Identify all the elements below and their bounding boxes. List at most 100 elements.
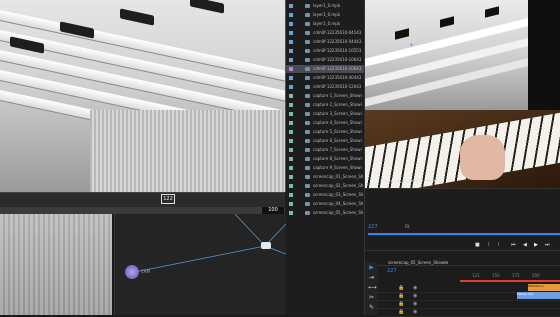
label-color-swatch[interactable] [289, 175, 293, 179]
label-color-swatch[interactable] [289, 211, 293, 215]
node-editor[interactable]: CAM [114, 214, 286, 315]
rewind-icon[interactable]: ◀ [523, 242, 527, 248]
project-item[interactable]: cdm0f-12235610-04143 [286, 29, 364, 37]
lock-icon[interactable]: 🔒 [398, 285, 404, 291]
project-item-label: cdm0f-12235610-10643 [313, 66, 362, 71]
project-item[interactable]: capture 4_Screen_Showi [286, 119, 364, 127]
project-item[interactable]: capture 2_Screen_Showi [286, 101, 364, 109]
project-item-label: capture 1_Screen_Showi [313, 93, 362, 98]
3d-viewport[interactable] [0, 0, 286, 192]
project-item[interactable]: capture 6_Screen_Showi [286, 137, 364, 145]
project-item[interactable]: layer1_0.mpk [286, 20, 364, 28]
label-color-swatch[interactable] [289, 202, 293, 206]
eye-icon[interactable]: ◉ [413, 301, 417, 307]
project-item[interactable]: cdm0f-12235610-40443 [286, 74, 364, 82]
project-item[interactable]: screencap_04_Screen_Sh [286, 200, 364, 208]
scrub-bar[interactable] [368, 233, 560, 235]
project-item[interactable]: screencap_02_Screen_Sh [286, 182, 364, 190]
mute-icon[interactable]: ◉ [413, 309, 417, 315]
timeline-clip[interactable]: Master Mix [517, 292, 560, 299]
eye-icon[interactable]: ◉ [413, 285, 417, 291]
project-item[interactable]: cdm0f-12235610-10553 [286, 47, 364, 55]
lock-icon[interactable]: 🔒 [398, 309, 404, 315]
project-item[interactable]: screencap_03_Screen_Sh [286, 191, 364, 199]
project-item[interactable]: cdm0f-12235610-04443 [286, 38, 364, 46]
render-preview: + [365, 0, 528, 110]
label-color-swatch[interactable] [289, 94, 293, 98]
camera-node[interactable] [125, 265, 139, 279]
lock-icon[interactable]: 🔒 [398, 301, 404, 307]
label-color-swatch[interactable] [289, 31, 293, 35]
label-color-swatch[interactable] [289, 85, 293, 89]
mark-in-icon[interactable]: ■ [475, 242, 480, 248]
project-item[interactable]: capture 3_Screen_Showi [286, 110, 364, 118]
label-color-swatch[interactable] [289, 13, 293, 17]
play-icon[interactable]: ▶ [534, 242, 538, 248]
track-a1[interactable]: 🔒 ◉ [378, 308, 560, 317]
project-item[interactable]: capture 8_Screen_Showi [286, 155, 364, 163]
timecode-display[interactable]: 227 [368, 224, 378, 230]
project-item[interactable]: screencap_01_Screen_Sh [286, 173, 364, 181]
label-color-swatch[interactable] [289, 193, 293, 197]
value-bar[interactable] [0, 207, 285, 214]
step-back-icon[interactable]: ⏮ [511, 242, 516, 248]
wireframe-mesh [90, 110, 285, 192]
timeline-clip[interactable]: MIDI/Piano [528, 284, 560, 291]
label-color-swatch[interactable] [289, 67, 293, 71]
project-item[interactable]: capture 1_Screen_Showi [286, 92, 364, 100]
project-item-label: screencap_01_Screen_Sh [313, 174, 364, 179]
label-color-swatch[interactable] [289, 184, 293, 188]
zoom-select[interactable]: Fit [405, 224, 410, 229]
project-item-label: cdm0f-12235610-10643 [313, 57, 362, 62]
label-color-swatch[interactable] [289, 40, 293, 44]
label-color-swatch[interactable] [289, 166, 293, 170]
media-file-icon [305, 94, 310, 98]
label-color-swatch[interactable] [289, 22, 293, 26]
label-color-swatch[interactable] [289, 139, 293, 143]
project-item-label: cdm0f-12235610-40443 [313, 75, 362, 80]
project-item[interactable]: layer1_0.mpk [286, 2, 364, 10]
work-area-bar[interactable] [460, 280, 560, 282]
monitor-clip-label: screencap_05_Screen_Showin... [380, 178, 444, 183]
track-select-icon[interactable]: ⇥ [368, 274, 375, 281]
value-readout[interactable]: 100 [262, 207, 284, 214]
label-color-swatch[interactable] [289, 76, 293, 80]
label-color-swatch[interactable] [289, 130, 293, 134]
media-file-icon [305, 184, 310, 188]
project-item[interactable]: capture 9_Screen_Showi [286, 164, 364, 172]
project-item[interactable]: screencap_05_Screen_Sh [286, 209, 364, 217]
label-color-swatch[interactable] [289, 103, 293, 107]
pen-tool-icon[interactable]: ✎ [368, 304, 375, 311]
label-color-swatch[interactable] [289, 157, 293, 161]
step-forward-icon[interactable]: ⏭ [545, 242, 550, 248]
label-color-swatch[interactable] [289, 4, 293, 8]
project-item[interactable]: capture 5_Screen_Showi [286, 128, 364, 136]
eye-icon[interactable]: ◉ [413, 293, 417, 299]
label-color-swatch[interactable] [289, 121, 293, 125]
wireframe-mesh [0, 214, 112, 315]
current-frame-marker[interactable]: 122 [161, 194, 175, 204]
project-item[interactable]: capture 7_Screen_Showi [286, 146, 364, 154]
ruler-label-1: 125 [472, 273, 480, 278]
add-marker-icon[interactable]: ⁞ [498, 242, 500, 248]
output-node[interactable] [261, 242, 271, 249]
project-item-label: layer1_0.mpk [313, 12, 341, 17]
razor-tool-icon[interactable]: ✂ [368, 294, 375, 301]
label-color-swatch[interactable] [289, 58, 293, 62]
project-item[interactable]: cdm0f-12235610-10643 [286, 65, 364, 73]
project-item[interactable]: cdm0f-12235610-12043 [286, 83, 364, 91]
selection-tool-icon[interactable]: ▶ [368, 264, 375, 271]
ripple-edit-icon[interactable]: ⟷ [368, 284, 377, 291]
timeline-panel[interactable]: screencap_05_Screen_Showin × 227 125 150… [365, 250, 560, 317]
mark-out-icon[interactable]: ⁞ [488, 242, 490, 248]
project-item[interactable]: cdm0f-12235610-10643 [286, 56, 364, 64]
secondary-viewport[interactable] [0, 214, 112, 315]
lock-icon[interactable]: 🔒 [398, 293, 404, 299]
label-color-swatch[interactable] [289, 148, 293, 152]
timeline-timecode[interactable]: 227 [387, 268, 397, 274]
project-item-label: screencap_03_Screen_Sh [313, 192, 364, 197]
label-color-swatch[interactable] [289, 112, 293, 116]
label-color-swatch[interactable] [289, 49, 293, 53]
project-item[interactable]: layer1_0.mpk [286, 11, 364, 19]
project-item-label: screencap_04_Screen_Sh [313, 201, 364, 206]
